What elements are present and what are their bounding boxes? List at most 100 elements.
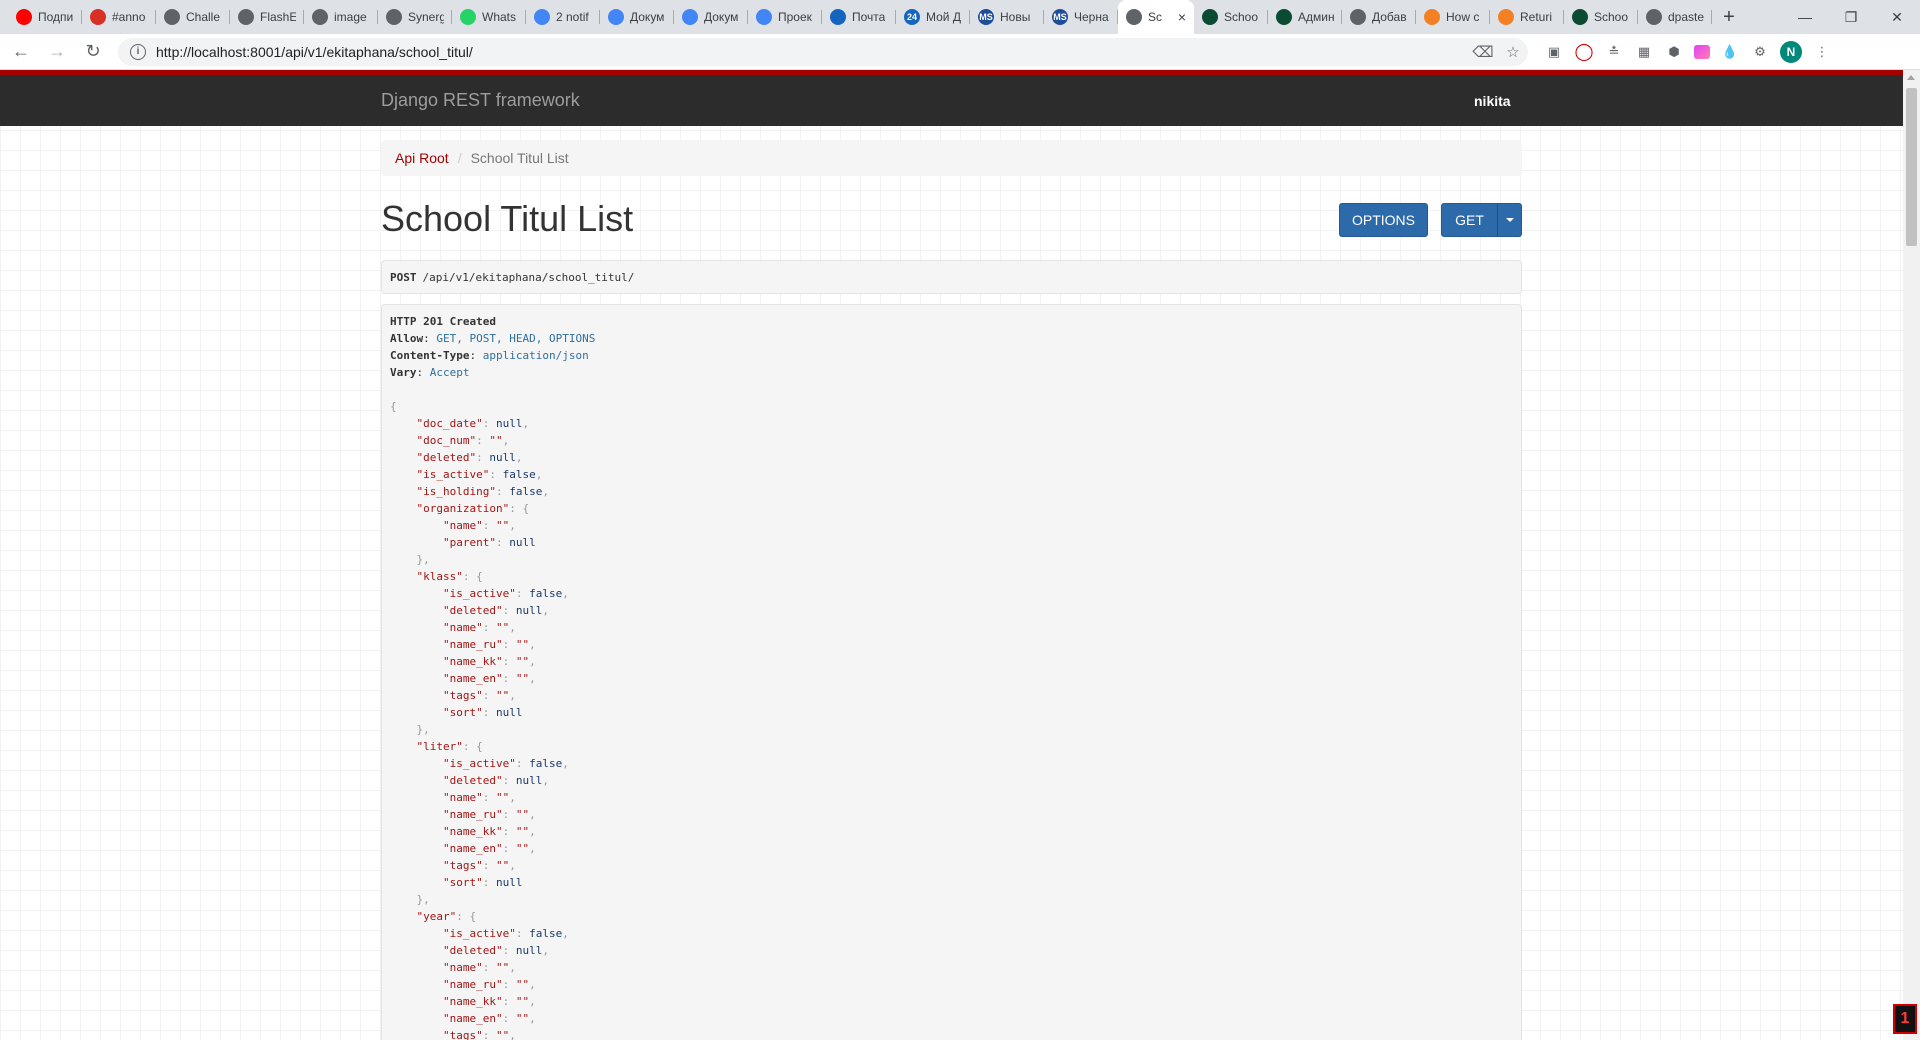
json-value: "" xyxy=(495,689,510,702)
browser-tab[interactable]: Админ xyxy=(1268,0,1342,34)
json-value: null xyxy=(515,944,543,957)
browser-tab[interactable]: dpaste xyxy=(1638,0,1712,34)
json-key: "tags" xyxy=(442,1029,483,1040)
browser-tab[interactable]: Returi xyxy=(1490,0,1564,34)
globe-icon xyxy=(238,9,254,25)
forward-arrow-icon[interactable]: → xyxy=(42,37,72,67)
browser-toolbar: ← → ↻ i http://localhost:8001/api/v1/eki… xyxy=(0,34,1920,70)
close-tab-icon[interactable]: × xyxy=(1178,9,1186,25)
extension-cube-icon[interactable]: ⬢ xyxy=(1664,42,1684,62)
browser-tab[interactable]: Schoo xyxy=(1194,0,1268,34)
get-button[interactable]: GET xyxy=(1441,203,1498,237)
maximize-icon[interactable]: ❐ xyxy=(1828,0,1874,34)
json-colon: : xyxy=(482,706,496,719)
minimize-icon[interactable]: — xyxy=(1782,0,1828,34)
json-value: "" xyxy=(495,1029,510,1040)
browser-tab[interactable]: Whats xyxy=(452,0,526,34)
json-line: "sort": null xyxy=(390,876,523,889)
json-colon: : xyxy=(502,808,516,821)
json-key: "is_active" xyxy=(442,927,516,940)
browser-tab[interactable]: Проек xyxy=(748,0,822,34)
page-viewport: Django REST framework nikita Api Root / … xyxy=(0,70,1903,1040)
json-colon: : xyxy=(502,774,516,787)
json-comma: , xyxy=(529,808,536,821)
browser-tab[interactable]: #anno xyxy=(82,0,156,34)
address-bar[interactable]: i http://localhost:8001/api/v1/ekitaphan… xyxy=(118,37,1528,66)
site-info-icon[interactable]: i xyxy=(130,43,146,60)
extension-camera-icon[interactable]: ▣ xyxy=(1544,42,1564,62)
browser-tab[interactable]: Challe xyxy=(156,0,230,34)
json-value: "" xyxy=(495,519,510,532)
json-value: false xyxy=(509,485,543,498)
json-key: "parent" xyxy=(442,536,496,549)
json-key: "deleted" xyxy=(442,604,503,617)
translate-icon[interactable]: ⌫ xyxy=(1468,43,1498,61)
json-line: "name_ru": "", xyxy=(390,638,536,651)
json-value: "" xyxy=(515,842,530,855)
extension-drop-icon[interactable]: 💧 xyxy=(1720,42,1740,62)
globe-icon xyxy=(386,9,402,25)
json-colon: : xyxy=(502,604,516,617)
browser-tab[interactable]: 2 notif xyxy=(526,0,600,34)
extension-s-icon[interactable]: ≛ xyxy=(1604,42,1624,62)
json-value: false xyxy=(529,587,563,600)
new-tab-button[interactable]: + xyxy=(1712,0,1746,34)
tab-title: Докум xyxy=(704,10,739,24)
json-colon: : xyxy=(495,536,510,549)
json-value: "" xyxy=(495,791,510,804)
browser-tab[interactable]: Synerg xyxy=(378,0,452,34)
breadcrumb: Api Root / School Titul List xyxy=(381,140,1522,176)
opera-extension-icon[interactable]: ◯ xyxy=(1574,42,1594,62)
navbar-brand[interactable]: Django REST framework xyxy=(381,90,580,111)
page-scrollbar[interactable] xyxy=(1903,70,1920,1040)
browser-tab[interactable]: How c xyxy=(1416,0,1490,34)
extensions-puzzle-icon[interactable]: ⚙ xyxy=(1750,42,1770,62)
browser-tab[interactable]: Sc × xyxy=(1118,0,1194,34)
profile-avatar[interactable]: N xyxy=(1780,40,1802,63)
bookmark-star-icon[interactable]: ☆ xyxy=(1498,43,1528,61)
browser-tab[interactable]: Schoo xyxy=(1564,0,1638,34)
get-format-dropdown-button[interactable] xyxy=(1497,203,1522,237)
browser-tab[interactable]: MS Черна xyxy=(1044,0,1118,34)
extension-gradient-icon[interactable] xyxy=(1694,44,1710,59)
json-comma: , xyxy=(529,842,536,855)
json-comma: , xyxy=(515,451,523,464)
reload-icon[interactable]: ↻ xyxy=(78,37,108,67)
browser-tab[interactable]: Добав xyxy=(1342,0,1416,34)
options-button[interactable]: OPTIONS xyxy=(1339,203,1428,237)
browser-tab[interactable]: Докум xyxy=(674,0,748,34)
browser-tab[interactable]: MS Новы xyxy=(970,0,1044,34)
json-line: "deleted": null, xyxy=(390,774,549,787)
browser-tab[interactable]: Докум xyxy=(600,0,674,34)
globe-icon xyxy=(164,9,180,25)
browser-tab[interactable]: Почта xyxy=(822,0,896,34)
json-value: null xyxy=(509,536,536,549)
extensions-bar: ▣ ◯ ≛ ▦ ⬢ 💧 ⚙ N ⋮ xyxy=(1544,40,1832,63)
json-key: "sort" xyxy=(442,876,483,889)
close-window-icon[interactable]: ✕ xyxy=(1874,0,1920,34)
json-key: "name_kk" xyxy=(442,995,503,1008)
json-colon: : xyxy=(495,485,510,498)
browser-tab[interactable]: FlashE xyxy=(230,0,304,34)
breadcrumb-api-root-link[interactable]: Api Root xyxy=(395,150,449,166)
navbar-user-menu[interactable]: nikita xyxy=(1474,93,1511,109)
tab-title: 2 notif xyxy=(556,10,589,24)
tab-title: Докум xyxy=(630,10,665,24)
json-brace: }, xyxy=(416,893,430,906)
scroll-up-arrow-icon[interactable] xyxy=(1907,75,1915,80)
json-colon: : xyxy=(482,417,496,430)
scrollbar-thumb[interactable] xyxy=(1906,88,1917,246)
extension-image-icon[interactable]: ▦ xyxy=(1634,42,1654,62)
json-line: { xyxy=(390,400,397,413)
drf-navbar: Django REST framework nikita xyxy=(0,70,1903,126)
corner-badge[interactable]: 1 xyxy=(1893,1004,1917,1034)
address-bar-url[interactable]: http://localhost:8001/api/v1/ekitaphana/… xyxy=(156,44,1468,60)
browser-tab[interactable]: image xyxy=(304,0,378,34)
browser-tab[interactable]: 24 Мой Д xyxy=(896,0,970,34)
json-line: "tags": "", xyxy=(390,689,516,702)
browser-menu-icon[interactable]: ⋮ xyxy=(1812,42,1832,62)
back-arrow-icon[interactable]: ← xyxy=(6,37,36,67)
browser-tab[interactable]: Подпи xyxy=(8,0,82,34)
request-path: /api/v1/ekitaphana/school_titul/ xyxy=(422,270,635,284)
json-line: "name_kk": "", xyxy=(390,825,536,838)
